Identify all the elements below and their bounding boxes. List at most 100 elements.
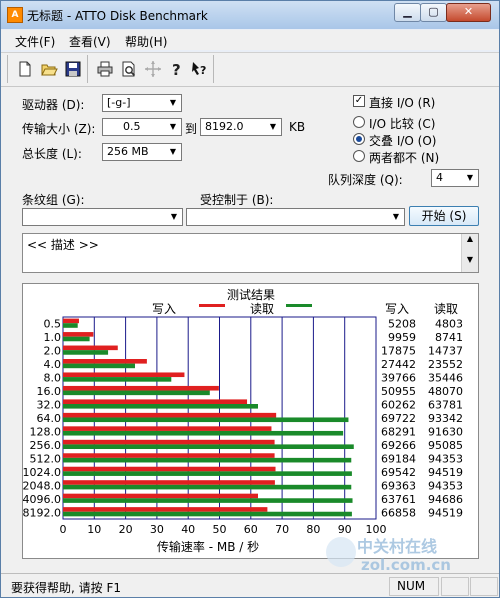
write-value: 69266 (381, 439, 416, 452)
queue-depth-label: 队列深度 (Q): (328, 173, 403, 187)
move-icon[interactable] (144, 60, 162, 78)
drive-select[interactable]: [-g-] ▼ (102, 94, 182, 112)
app-icon: A (7, 7, 23, 23)
chevron-down-icon: ▼ (170, 212, 178, 221)
io-overlap-radio[interactable] (353, 133, 365, 145)
new-file-icon[interactable] (16, 60, 34, 78)
chevron-down-icon: ▼ (269, 122, 277, 131)
description-box[interactable]: << 描述 >> ▲ ▼ (22, 233, 479, 273)
category-label: 2.0 (44, 345, 62, 358)
x-tick-label: 50 (213, 523, 227, 536)
read-bar (63, 484, 352, 490)
category-label: 4.0 (44, 358, 62, 371)
write-bar (63, 426, 272, 431)
io-overlap-label: 交叠 I/O (O) (369, 134, 437, 148)
results-chart: 测试结果 写入 读取 写入 读取 0.5 1.0 2.0 4.0 8.0 16.0 32.0… (22, 283, 479, 559)
chevron-down-icon: ▼ (466, 173, 474, 182)
category-label: 1024.0 (23, 466, 61, 479)
read-bar (63, 350, 109, 355)
controlled-by-select[interactable]: ▼ (186, 208, 405, 226)
transfer-from-value: 0.5 (123, 120, 141, 133)
x-tick-label: 80 (306, 523, 320, 536)
read-bar (63, 471, 352, 476)
category-label: 32.0 (37, 399, 62, 412)
app-window: A 无标题 - ATTO Disk Benchmark ▁ ▢ ✕ 文件(F) … (0, 0, 500, 598)
x-tick-label: 10 (87, 523, 101, 536)
chevron-up-icon: ▲ (466, 234, 474, 243)
total-length-select[interactable]: 256 MB ▼ (102, 143, 182, 161)
read-value: 63781 (428, 399, 463, 412)
queue-depth-value: 4 (436, 171, 443, 184)
context-help-icon[interactable]: ? (191, 60, 209, 78)
minimize-button[interactable]: ▁ (394, 3, 421, 22)
watermark-domain: zol.com.cn (361, 556, 451, 574)
category-label: 2048.0 (23, 479, 61, 492)
chart-title: 测试结果 (227, 287, 275, 302)
svg-text:?: ? (172, 61, 181, 78)
results-chart-svg: 测试结果 写入 读取 写入 读取 0.51.02.04.08.016.032.0… (23, 287, 464, 554)
start-button[interactable]: 开始 (S) (409, 206, 479, 226)
queue-depth-select[interactable]: 4 ▼ (431, 169, 479, 187)
table-header-write: 写入 (385, 302, 409, 316)
description-text: << 描述 >> (27, 238, 99, 252)
write-value: 50955 (381, 385, 416, 398)
category-label: 256.0 (30, 439, 62, 452)
maximize-button[interactable]: ▢ (420, 3, 447, 22)
write-bar (63, 439, 275, 445)
io-neither-label: 两者都不 (N) (369, 151, 440, 165)
io-neither-radio[interactable] (353, 150, 365, 162)
write-bar (63, 412, 277, 418)
print-icon[interactable] (96, 60, 114, 78)
description-scrollbar[interactable]: ▲ ▼ (461, 234, 478, 272)
drive-label: 驱动器 (D): (22, 98, 85, 112)
transfer-unit: KB (289, 120, 306, 134)
direct-io-checkbox[interactable]: ✓ (353, 95, 365, 107)
category-label: 4096.0 (23, 493, 61, 506)
read-bar (63, 363, 135, 369)
read-value: 23552 (428, 358, 463, 371)
write-bar (63, 399, 248, 404)
write-bar (63, 493, 258, 499)
menu-view[interactable]: 查看(V) (69, 33, 111, 50)
x-tick-label: 0 (60, 523, 67, 536)
write-value: 27442 (381, 358, 416, 371)
read-value: 94353 (428, 452, 463, 465)
transfer-from-select[interactable]: 0.5 ▼ (102, 118, 182, 136)
menu-help[interactable]: 帮助(H) (125, 33, 167, 50)
write-value: 39766 (381, 372, 416, 385)
category-label: 8192.0 (23, 506, 61, 519)
write-bar (63, 372, 185, 378)
status-cell (389, 577, 439, 596)
io-compare-radio[interactable] (353, 116, 365, 128)
toolbar-separator (213, 55, 214, 83)
toolbar-separator (87, 55, 88, 83)
read-bar (63, 336, 90, 342)
title-bar[interactable]: A 无标题 - ATTO Disk Benchmark ▁ ▢ ✕ (1, 1, 499, 29)
write-bar (63, 318, 79, 324)
write-value: 68291 (381, 425, 416, 438)
read-bar (63, 377, 172, 382)
print-preview-icon[interactable] (120, 60, 138, 78)
transfer-to-label: 到 (185, 122, 198, 136)
close-button[interactable]: ✕ (446, 3, 491, 22)
transfer-to-select[interactable]: 8192.0 ▼ (200, 118, 282, 136)
read-bar (63, 444, 354, 449)
status-text: 要获得帮助, 请按 F1 (11, 581, 121, 595)
help-icon[interactable]: ? (168, 60, 186, 78)
write-bar (63, 385, 219, 391)
io-compare-label: I/O 比较 (C) (369, 117, 436, 131)
toolbar: ? ? (1, 52, 499, 87)
menu-file[interactable]: 文件(F) (15, 33, 55, 50)
status-cell (441, 577, 469, 596)
read-value: 94519 (428, 506, 463, 519)
transfer-size-label: 传输大小 (Z): (22, 122, 96, 136)
read-bar (63, 498, 353, 503)
read-value: 94353 (428, 479, 463, 492)
open-folder-icon[interactable] (40, 60, 58, 78)
read-bar (63, 390, 210, 396)
controlled-by-label: 受控制于 (B): (200, 193, 274, 207)
save-icon[interactable] (64, 60, 82, 78)
stripe-group-select[interactable]: ▼ (22, 208, 183, 226)
read-value: 91630 (428, 425, 463, 438)
legend-read-swatch (286, 304, 312, 307)
